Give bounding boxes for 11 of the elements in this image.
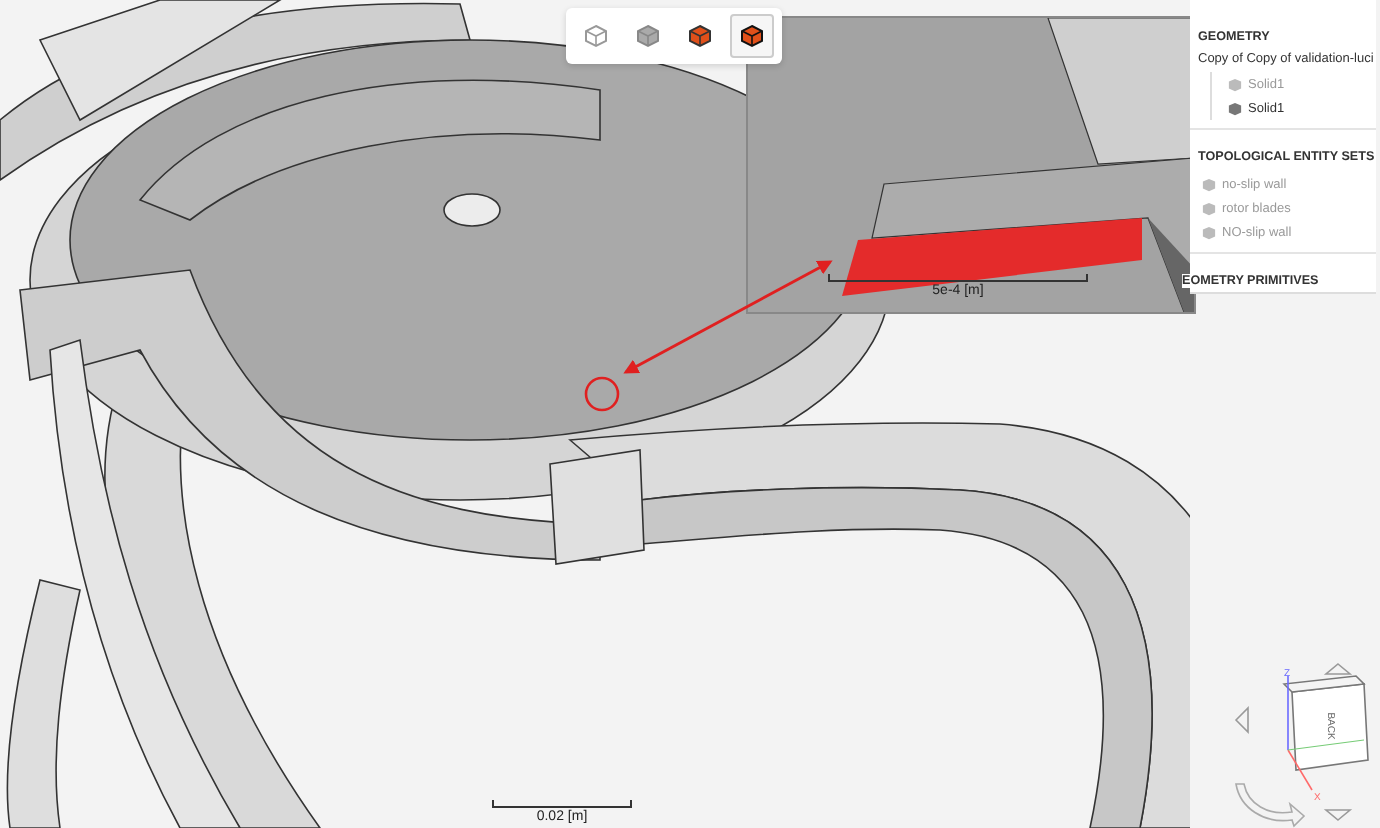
cube-icon	[740, 24, 764, 48]
highlight-circle	[584, 376, 620, 412]
cube-icon	[688, 24, 712, 48]
scale-bar	[492, 800, 632, 808]
rotate-arrow-icon[interactable]	[1235, 783, 1305, 827]
view-mode-button[interactable]	[730, 14, 774, 58]
cube-icon	[636, 24, 660, 48]
rotate-down-icon[interactable]	[1323, 809, 1353, 822]
rotate-up-icon[interactable]	[1323, 662, 1353, 675]
rotate-left-icon[interactable]	[1234, 706, 1249, 734]
cube-icon	[584, 24, 608, 48]
